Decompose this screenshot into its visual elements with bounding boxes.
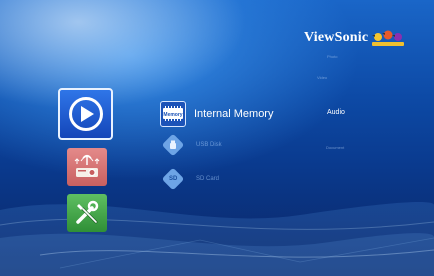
memory-chip-icon: Memory [160, 101, 186, 127]
sd-card-icon: SD [161, 167, 185, 191]
source-sd-card[interactable]: SD SD Card [160, 166, 219, 192]
tools-icon [76, 200, 99, 224]
connection-button[interactable] [67, 148, 107, 186]
usb-icon [161, 133, 185, 157]
sd-icon-wrap: SD [160, 166, 186, 192]
usb-icon-wrap [160, 132, 186, 158]
category-video[interactable]: Video [317, 75, 327, 80]
category-photo[interactable]: Photo [327, 54, 337, 59]
source-label: Internal Memory [194, 108, 274, 120]
viewsonic-logo: ViewSonic [304, 28, 405, 48]
source-internal-memory[interactable]: Memory Internal Memory [160, 101, 273, 127]
category-audio[interactable]: Audio [327, 109, 345, 116]
projector-wireless-icon [74, 154, 100, 177]
category-document[interactable]: Document [326, 145, 344, 150]
logo-text: ViewSonic [304, 30, 369, 45]
source-usb-disk[interactable]: USB Disk [160, 132, 222, 158]
media-screen: ViewSonic Memory Internal Memory USB Dis… [0, 0, 434, 276]
birds-logo-icon [372, 30, 405, 46]
source-label: USB Disk [196, 142, 222, 148]
play-icon [68, 97, 103, 131]
svg-text:Memory: Memory [163, 112, 182, 118]
settings-button[interactable] [67, 194, 107, 232]
media-player-button[interactable] [58, 88, 113, 140]
source-label: SD Card [196, 176, 220, 182]
